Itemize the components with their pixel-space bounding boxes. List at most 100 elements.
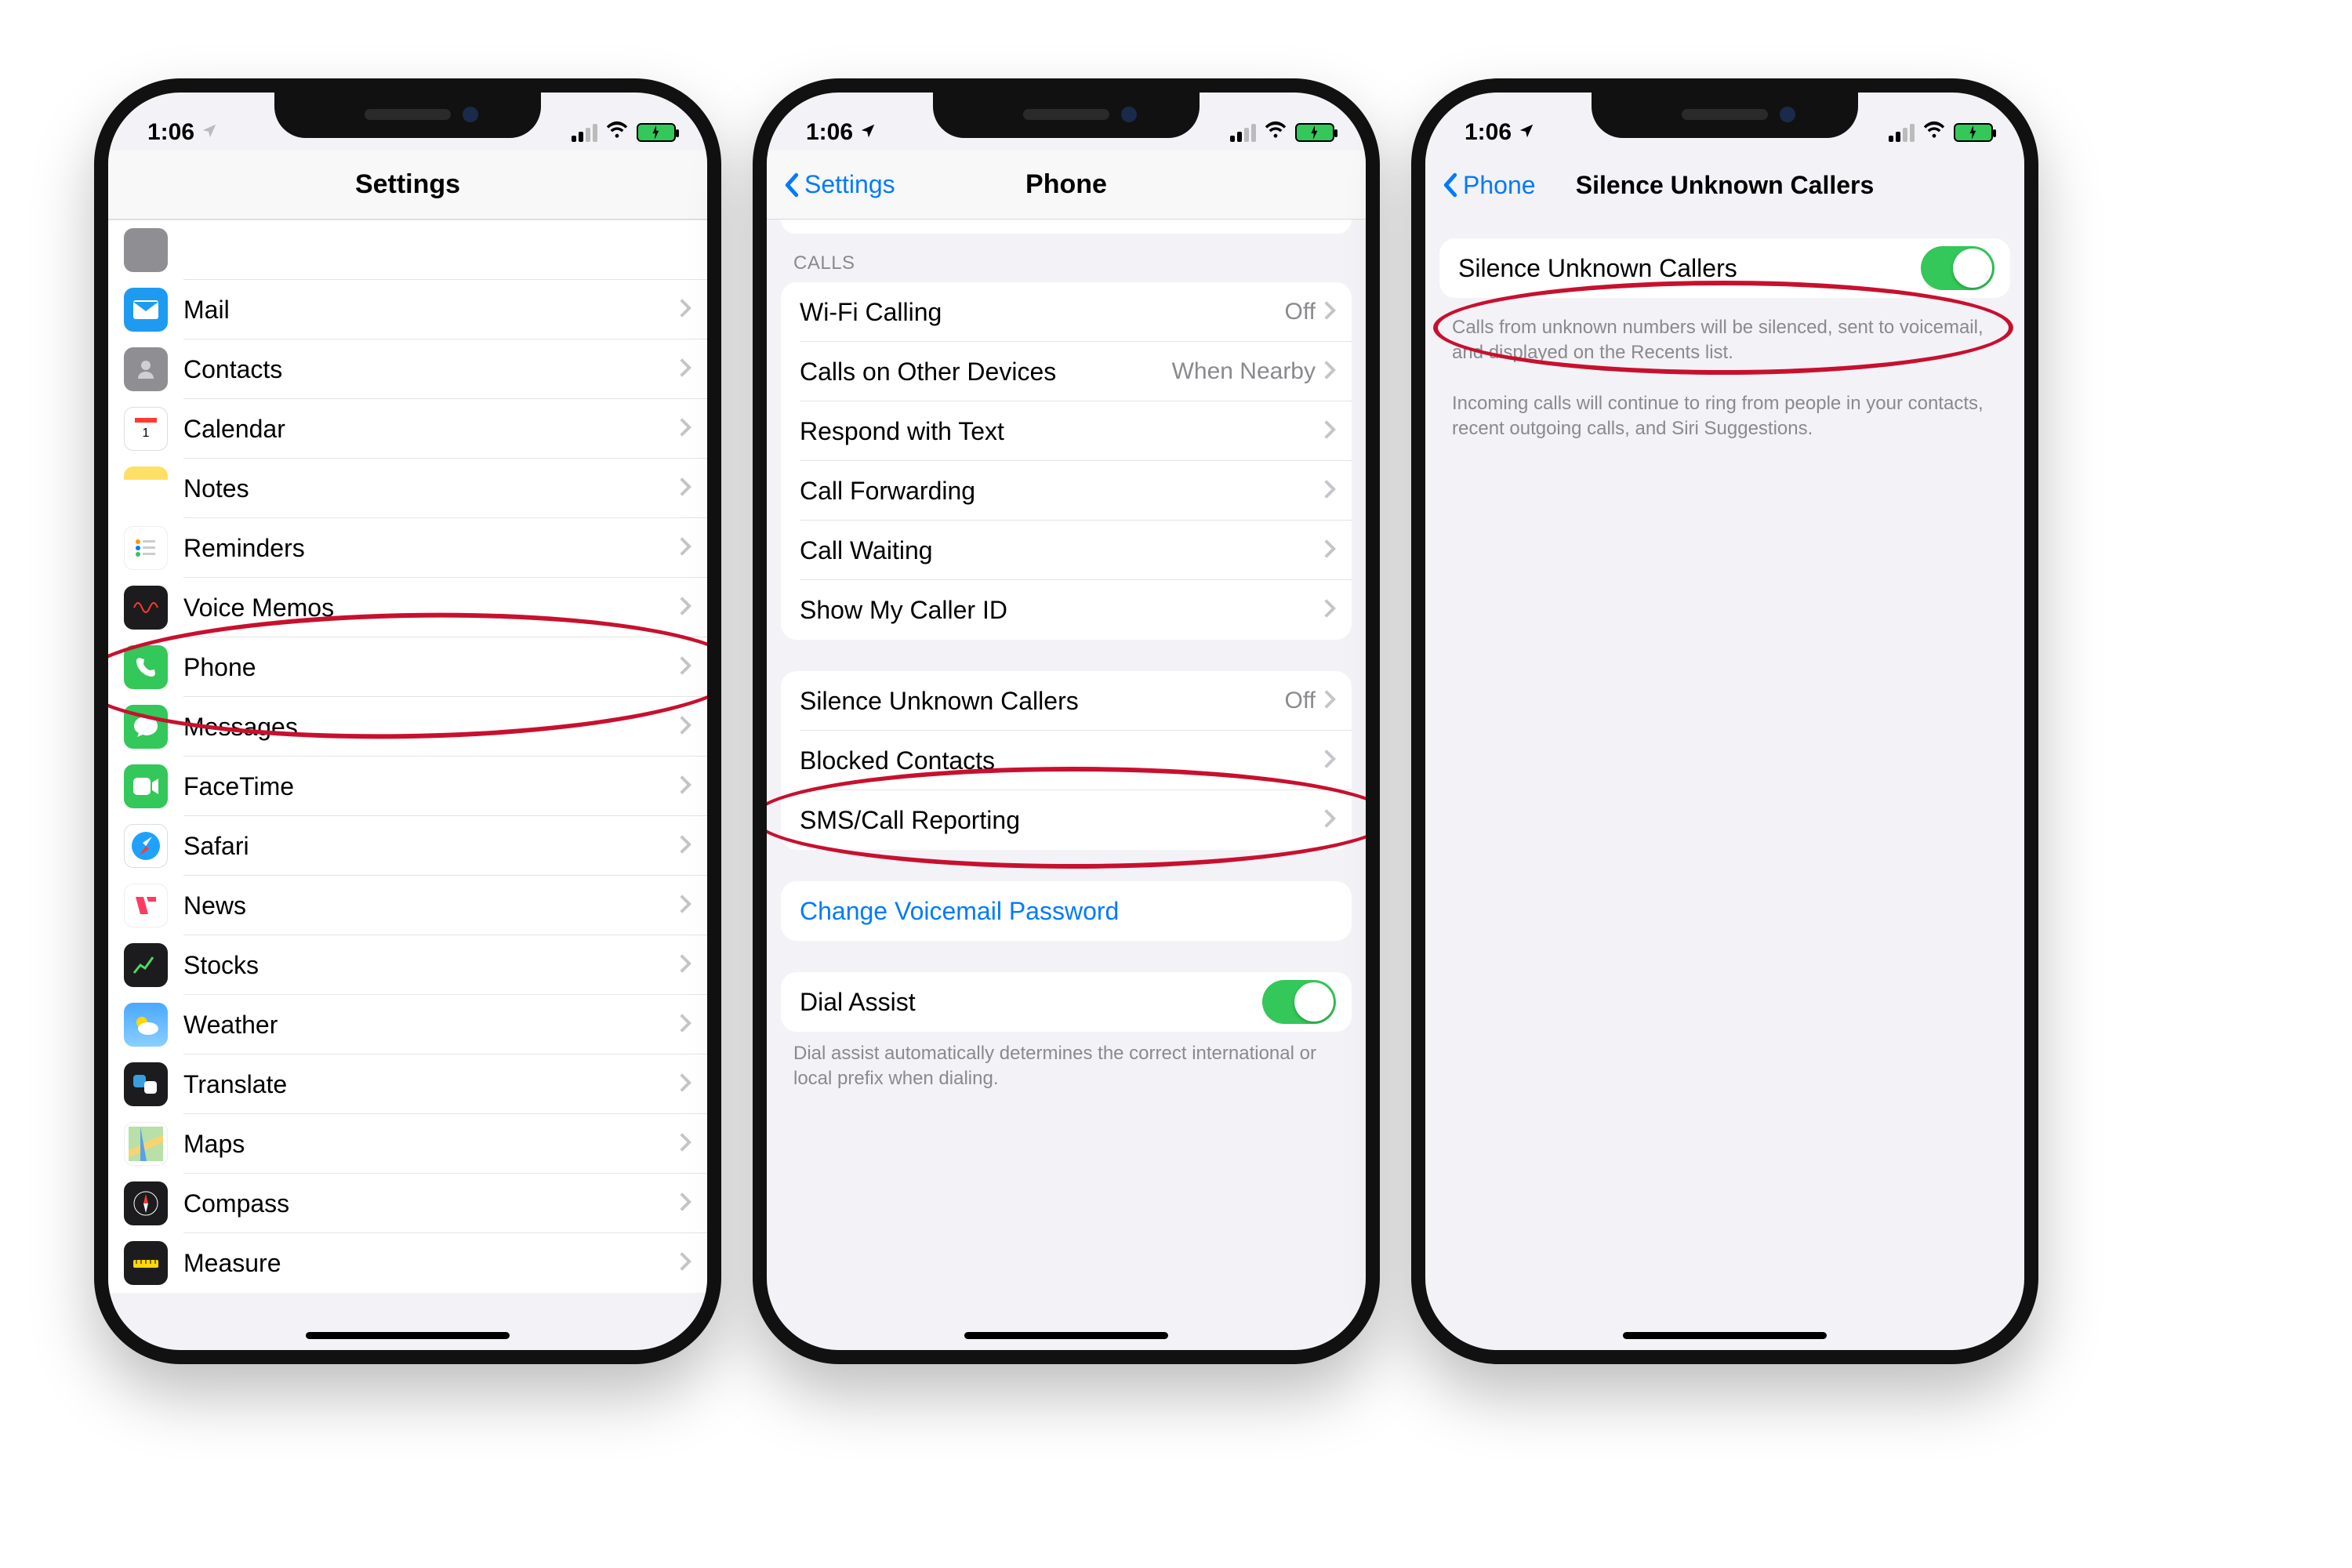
dial-assist-toggle[interactable] [1262,980,1336,1024]
settings-row-stocks[interactable]: Stocks [108,935,707,995]
chevron-right-icon [679,298,691,322]
measure-icon [124,1241,168,1285]
chevron-right-icon [1323,479,1336,503]
calls-group: Wi-Fi Calling Off Calls on Other Devices… [781,282,1352,640]
settings-list[interactable]: Mail Contacts 1 Calendar Notes [108,220,707,1350]
calendar-icon: 1 [124,407,168,451]
cellular-signal-icon [572,124,597,142]
settings-row-safari[interactable]: Safari [108,816,707,876]
chevron-right-icon [1323,749,1336,773]
settings-row-measure[interactable]: Measure [108,1233,707,1293]
back-button[interactable]: Settings [782,170,895,199]
home-indicator[interactable] [306,1332,510,1339]
home-indicator[interactable] [1623,1332,1827,1339]
time-label: 1:06 [1465,119,1512,146]
settings-row-translate[interactable]: Translate [108,1054,707,1114]
settings-row-calendar[interactable]: 1 Calendar [108,399,707,459]
reminders-icon [124,526,168,570]
row-calls-other-devices[interactable]: Calls on Other Devices When Nearby [781,342,1352,401]
row-sms-call-reporting[interactable]: SMS/Call Reporting [781,790,1352,850]
location-icon [859,119,877,146]
navigation-bar: Phone Silence Unknown Callers [1425,151,2024,220]
notes-icon [124,466,168,510]
chevron-right-icon [679,1073,691,1097]
phone-frame-phone-settings: 1:06 Settings Phone CALLS Wi-Fi Calling [753,78,1380,1364]
chevron-right-icon [679,715,691,739]
silence-group: Silence Unknown Callers Off Blocked Cont… [781,671,1352,850]
settings-row-weather[interactable]: Weather [108,995,707,1054]
settings-row-reminders[interactable]: Reminders [108,518,707,578]
chevron-right-icon [1323,808,1336,833]
safari-icon [124,824,168,868]
silence-toggle[interactable] [1921,246,1994,290]
svg-text:1: 1 [143,426,150,440]
device-notch [1592,91,1858,138]
phone-frame-silence-callers: 1:06 Phone Silence Unknown Callers Silen… [1411,78,2038,1364]
row-blocked-contacts[interactable]: Blocked Contacts [781,731,1352,790]
settings-row-truncated[interactable] [108,220,707,280]
chevron-right-icon [1323,689,1336,713]
row-change-voicemail-password[interactable]: Change Voicemail Password [781,881,1352,941]
mail-icon [124,288,168,332]
settings-row-mail[interactable]: Mail [108,280,707,339]
dial-assist-group: Dial Assist [781,972,1352,1032]
navigation-bar: Settings Phone [767,151,1366,220]
row-call-waiting[interactable]: Call Waiting [781,521,1352,580]
chevron-right-icon [679,894,691,918]
news-icon [124,884,168,927]
home-indicator[interactable] [964,1332,1168,1339]
wifi-icon [1264,119,1287,146]
messages-icon [124,705,168,749]
chevron-right-icon [679,596,691,620]
settings-row-phone[interactable]: Phone [108,637,707,697]
settings-row-messages[interactable]: Messages [108,697,707,757]
row-show-caller-id[interactable]: Show My Caller ID [781,580,1352,640]
app-icon [124,228,168,272]
chevron-right-icon [679,1132,691,1156]
page-title: Silence Unknown Callers [1576,171,1875,200]
phone-icon [124,645,168,689]
chevron-right-icon [679,477,691,501]
settings-row-maps[interactable]: Maps [108,1114,707,1174]
location-icon [1518,119,1535,146]
chevron-right-icon [1323,300,1336,325]
row-silence-toggle: Silence Unknown Callers [1439,238,2010,298]
battery-icon [1295,123,1334,142]
chevron-right-icon [679,834,691,858]
chevron-right-icon [1323,419,1336,444]
voice-memos-icon [124,586,168,630]
chevron-right-icon [679,417,691,441]
location-icon [201,119,218,146]
chevron-right-icon [1323,360,1336,384]
chevron-right-icon [1323,539,1336,563]
silence-footer-2: Incoming calls will continue to ring fro… [1425,382,2024,458]
settings-row-contacts[interactable]: Contacts [108,339,707,399]
settings-row-voice-memos[interactable]: Voice Memos [108,578,707,637]
page-title: Phone [1025,169,1107,200]
navigation-bar: Settings [108,151,707,220]
back-button[interactable]: Phone [1441,171,1536,200]
silence-content[interactable]: Silence Unknown Callers Calls from unkno… [1425,220,2024,1350]
phone-settings-content[interactable]: CALLS Wi-Fi Calling Off Calls on Other D… [767,220,1366,1350]
compass-icon [124,1181,168,1225]
device-notch [274,91,541,138]
dial-assist-footer: Dial assist automatically determines the… [767,1038,1366,1108]
chevron-right-icon [679,655,691,680]
battery-icon [1954,123,1993,142]
contacts-icon [124,347,168,391]
row-call-forwarding[interactable]: Call Forwarding [781,461,1352,521]
row-wifi-calling[interactable]: Wi-Fi Calling Off [781,282,1352,342]
cellular-signal-icon [1230,124,1256,142]
row-respond-with-text[interactable]: Respond with Text [781,401,1352,461]
battery-icon [637,123,676,142]
time-label: 1:06 [147,119,194,146]
settings-row-notes[interactable]: Notes [108,459,707,518]
chevron-right-icon [679,775,691,799]
chevron-right-icon [679,1013,691,1037]
row-silence-unknown[interactable]: Silence Unknown Callers Off [781,671,1352,731]
section-header-calls: CALLS [767,234,1366,282]
settings-row-news[interactable]: News [108,876,707,935]
chevron-right-icon [679,953,691,978]
settings-row-compass[interactable]: Compass [108,1174,707,1233]
settings-row-facetime[interactable]: FaceTime [108,757,707,816]
